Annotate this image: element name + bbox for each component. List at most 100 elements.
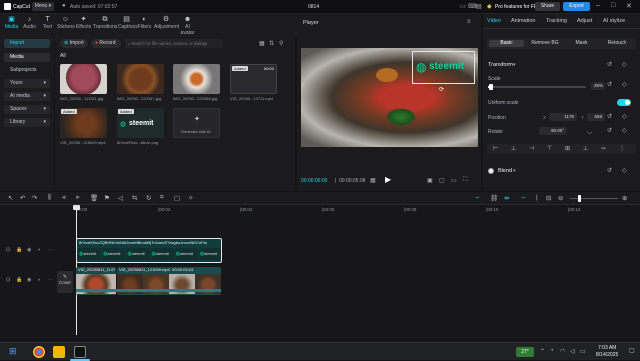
media-thumb-2[interactable] [117,64,164,94]
zoom-fit-icon[interactable]: ⊟ [546,194,551,202]
main-track-magnet-icon[interactable]: ⇔ [474,194,481,201]
windows-start-icon[interactable]: ⊞ [9,346,17,357]
preview-axis-icon[interactable]: ⇹ [504,194,509,202]
reverse-icon[interactable]: ◁ [118,194,123,202]
menu-button[interactable]: Menu ▾ [32,2,54,11]
reset-icon[interactable]: ↺ [607,113,612,120]
reset-icon[interactable]: ↺ [607,167,612,174]
monitor-icon[interactable]: ▭ [460,3,466,10]
all-filter[interactable]: All [60,53,66,59]
tab-text[interactable]: T Text [39,15,56,35]
temperature-widget[interactable]: 27° [516,347,534,357]
playhead-handle[interactable] [73,205,80,210]
grid-view-icon[interactable]: ▦ [259,40,265,47]
keyframe-icon[interactable]: ◇ [622,81,627,88]
subtab-retouch[interactable]: Retouch [600,40,634,47]
wifi-icon[interactable]: ◠ [560,348,565,355]
track-lock-icon[interactable]: ⊡ [6,247,10,253]
tab-ai-avatar[interactable]: ☻ AI avatar [179,15,196,36]
link-icon[interactable]: ⛓ [490,194,498,202]
zoom-slider[interactable] [570,195,618,202]
maximize-icon[interactable]: □ [611,2,615,9]
flip-icon[interactable]: ⇿ [601,145,606,152]
track-visibility-icon[interactable]: ◉ [27,277,31,283]
track-audio-icon[interactable]: ◐ [38,277,41,283]
track-audio-icon[interactable]: ◐ [38,247,41,253]
track-visibility-icon[interactable]: ◉ [27,247,31,253]
keyframe-icon[interactable]: ◇ [622,113,627,120]
fullscreen-icon[interactable]: ⛶ [463,177,467,184]
sidebar-item-media[interactable]: Media [4,53,50,62]
sidebar-item-yours[interactable]: Yours ▾ [4,79,50,88]
scale-value[interactable]: 35% [591,82,605,90]
select-tool-icon[interactable]: ↖ [8,194,13,202]
delete-icon[interactable]: 🗑 [90,194,98,202]
align-bottom-icon[interactable]: ⊥ [583,145,588,152]
cover-button[interactable]: ✎ Cover [57,271,73,293]
redo-icon[interactable]: ↷ [32,194,37,202]
distribute-icon[interactable]: ⋮ [619,145,625,152]
play-icon[interactable]: ▶ [385,175,391,184]
keyframe-icon[interactable]: ◇ [622,127,627,134]
chrome-icon[interactable] [33,346,45,358]
marker-icon[interactable]: ⚑ [104,194,110,202]
track-lock-icon[interactable]: ⊡ [6,277,10,283]
tab-effects[interactable]: ✦ Effects [75,15,92,35]
sort-icon[interactable]: ⇅ [269,40,274,47]
rotate-clip-icon[interactable]: ↻ [146,194,151,202]
tray-chevron-icon[interactable]: ⌃ [540,348,545,355]
align-top-icon[interactable]: ⊤ [547,145,552,152]
clock-date[interactable]: 8/14/2025 [596,352,618,358]
ratio-icon[interactable]: ▭ [451,177,457,184]
time-ruler[interactable]: 00:00 |00:02 |00:04 |00:06 |00:08 |00:10 |00:1… [76,205,640,215]
undo-icon[interactable]: ↶ [20,194,25,202]
align-center-h-icon[interactable]: ⊥ [511,145,516,152]
overlay-selection-box[interactable]: ◍ steemit [412,51,475,84]
sidebar-item-library[interactable]: Library ▾ [4,118,50,127]
sidebar-item-spaces[interactable]: Spaces ▾ [4,105,50,114]
rotate-dial-icon[interactable]: ◡ [587,128,592,135]
subtab-basic[interactable]: Basic [489,40,524,47]
keyframe-icon[interactable]: ◇ [622,61,627,68]
split-icon[interactable]: ⫼ [48,194,51,202]
uniform-scale-toggle[interactable] [617,99,631,106]
blend-radio[interactable] [488,168,494,174]
tab-animation[interactable]: Animation [511,18,535,24]
share-button[interactable]: Share [535,2,560,11]
mirror-icon[interactable]: ⇆ [132,194,137,202]
overlay-clip[interactable]: 8rVcaHSoo2QBHNhVeNdDvveMBmdd5jTu1smdTVwg… [76,238,222,263]
tab-transitions[interactable]: ⧉ Transitions [93,15,117,35]
record-button[interactable]: ● Record [91,39,121,48]
align-middle-icon[interactable]: ⊞ [565,145,570,152]
clock-time[interactable]: 7:03 AM [598,345,616,351]
zoom-in-icon[interactable]: ⊕ [622,194,627,202]
split-right-icon[interactable]: ⫸ [76,194,80,202]
zoom-knob[interactable] [578,195,581,202]
align-right-icon[interactable]: ⊣ [529,145,534,152]
export-button[interactable]: Export [563,2,590,11]
subtab-remove-bg[interactable]: Remove BG [527,40,563,47]
filter-icon[interactable]: ⚲ [279,40,283,47]
snap-icon[interactable]: ⇔ [520,194,527,201]
scale-knob[interactable] [489,84,494,90]
file-explorer-icon[interactable] [53,346,65,358]
sidebar-item-ai-media[interactable]: AI media ▾ [4,92,50,101]
layout-icon[interactable]: ▤ [476,3,482,10]
track-more-icon[interactable]: ⋯ [48,247,53,253]
media-thumb-5[interactable]: Added [60,108,107,138]
notification-icon[interactable]: ▢ [629,347,635,354]
quality-icon[interactable]: ▢ [439,177,445,184]
position-y-input[interactable]: 659 [587,113,605,121]
generate-ai-card[interactable]: ✦ Generate with AI [173,108,220,138]
network-icon[interactable]: ◔ [550,348,554,354]
position-x-input[interactable]: 1175 [549,113,577,121]
battery-icon[interactable]: ▭ [580,348,586,355]
tab-tracking[interactable]: Tracking [546,18,567,24]
search-input[interactable]: ⌕ Search for file names, scenes, or dial… [125,39,223,48]
tab-ai-stylize[interactable]: AI stylize [603,18,625,24]
timeline-icon[interactable]: ▦ [370,177,376,184]
minimize-icon[interactable]: – [596,2,600,9]
media-thumb-3[interactable] [173,64,220,94]
tab-captions[interactable]: ▤ Captions [118,15,138,35]
tab-adjust[interactable]: Adjust [577,18,592,24]
